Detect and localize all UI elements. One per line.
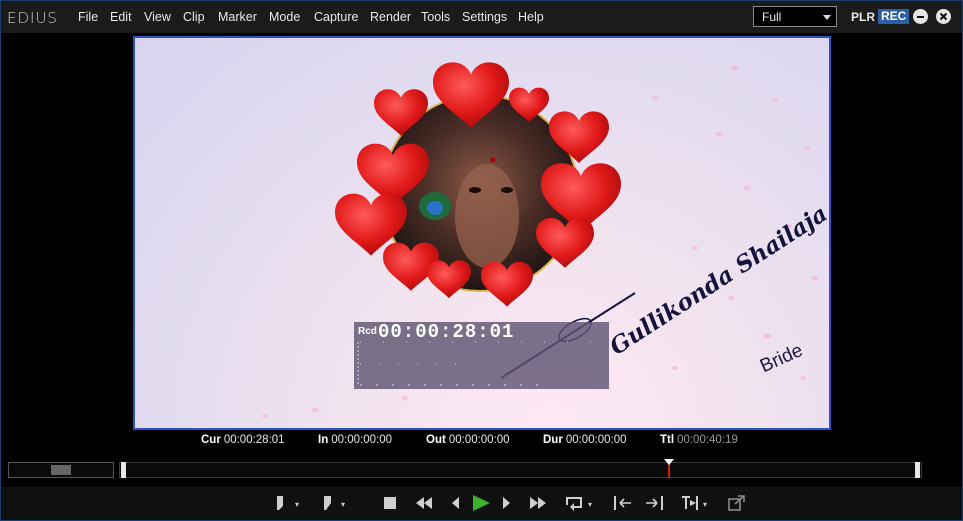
menu-capture[interactable]: Capture	[314, 10, 358, 24]
jog-slider[interactable]	[8, 462, 114, 478]
loop-icon[interactable]: ▾	[564, 493, 592, 513]
set-out-icon[interactable]: ▾	[317, 493, 345, 513]
plr-mode-button[interactable]: PLR	[851, 10, 875, 24]
menu-help[interactable]: Help	[518, 10, 544, 24]
step-back-icon[interactable]	[445, 493, 467, 513]
play-icon[interactable]	[470, 493, 492, 513]
menu-tools[interactable]: Tools	[421, 10, 450, 24]
fast-forward-icon[interactable]	[527, 493, 549, 513]
step-forward-icon[interactable]	[495, 493, 517, 513]
menu-render[interactable]: Render	[370, 10, 411, 24]
close-icon[interactable]	[936, 9, 951, 24]
position-scrubber[interactable]	[119, 462, 922, 478]
set-in-icon[interactable]: ▾	[271, 493, 299, 513]
jog-slider-thumb[interactable]	[51, 465, 71, 475]
preview-monitor[interactable]: Gullikonda Shailaja Bride Rcd 00:00:28:0…	[133, 36, 831, 430]
rec-mode-button[interactable]: REC	[878, 9, 910, 24]
menu-view[interactable]: View	[144, 10, 171, 24]
chevron-down-icon	[823, 15, 831, 20]
view-size-select[interactable]: Full	[753, 6, 837, 27]
menu-bar: EDIUS File Edit View Clip Marker Mode Ca…	[1, 1, 962, 33]
scrubber-start-handle[interactable]	[121, 462, 126, 478]
dur-timecode: Dur 00:00:00:00	[543, 434, 627, 446]
go-in-icon[interactable]	[611, 493, 633, 513]
scrubber-end-handle[interactable]	[915, 462, 920, 478]
go-out-icon[interactable]	[644, 493, 666, 513]
audio-meter-graphic	[357, 341, 604, 386]
stop-icon[interactable]	[379, 493, 401, 513]
view-size-value: Full	[762, 10, 782, 24]
export-icon[interactable]	[726, 493, 748, 513]
playhead-marker-icon[interactable]	[664, 459, 674, 465]
menu-settings[interactable]: Settings	[462, 10, 507, 24]
cur-timecode: Cur 00:00:28:01	[201, 434, 285, 446]
menu-mode[interactable]: Mode	[269, 10, 300, 24]
menu-marker[interactable]: Marker	[218, 10, 257, 24]
rewind-icon[interactable]	[413, 493, 435, 513]
edius-window: EDIUS File Edit View Clip Marker Mode Ca…	[0, 0, 963, 521]
in-timecode: In 00:00:00:00	[318, 434, 392, 446]
app-logo: EDIUS	[7, 9, 58, 27]
insert-icon[interactable]: ▾	[679, 493, 707, 513]
menu-file[interactable]: File	[78, 10, 98, 24]
transport-bar: ▾ ▾ ▾ ▾	[1, 487, 962, 520]
menu-edit[interactable]: Edit	[110, 10, 132, 24]
menu-clip[interactable]: Clip	[183, 10, 205, 24]
timecode-overlay: Rcd 00:00:28:01	[354, 321, 609, 389]
ttl-timecode: Ttl 00:00:40:19	[660, 434, 738, 446]
minimize-icon[interactable]	[913, 9, 928, 24]
out-timecode: Out 00:00:00:00	[426, 434, 510, 446]
